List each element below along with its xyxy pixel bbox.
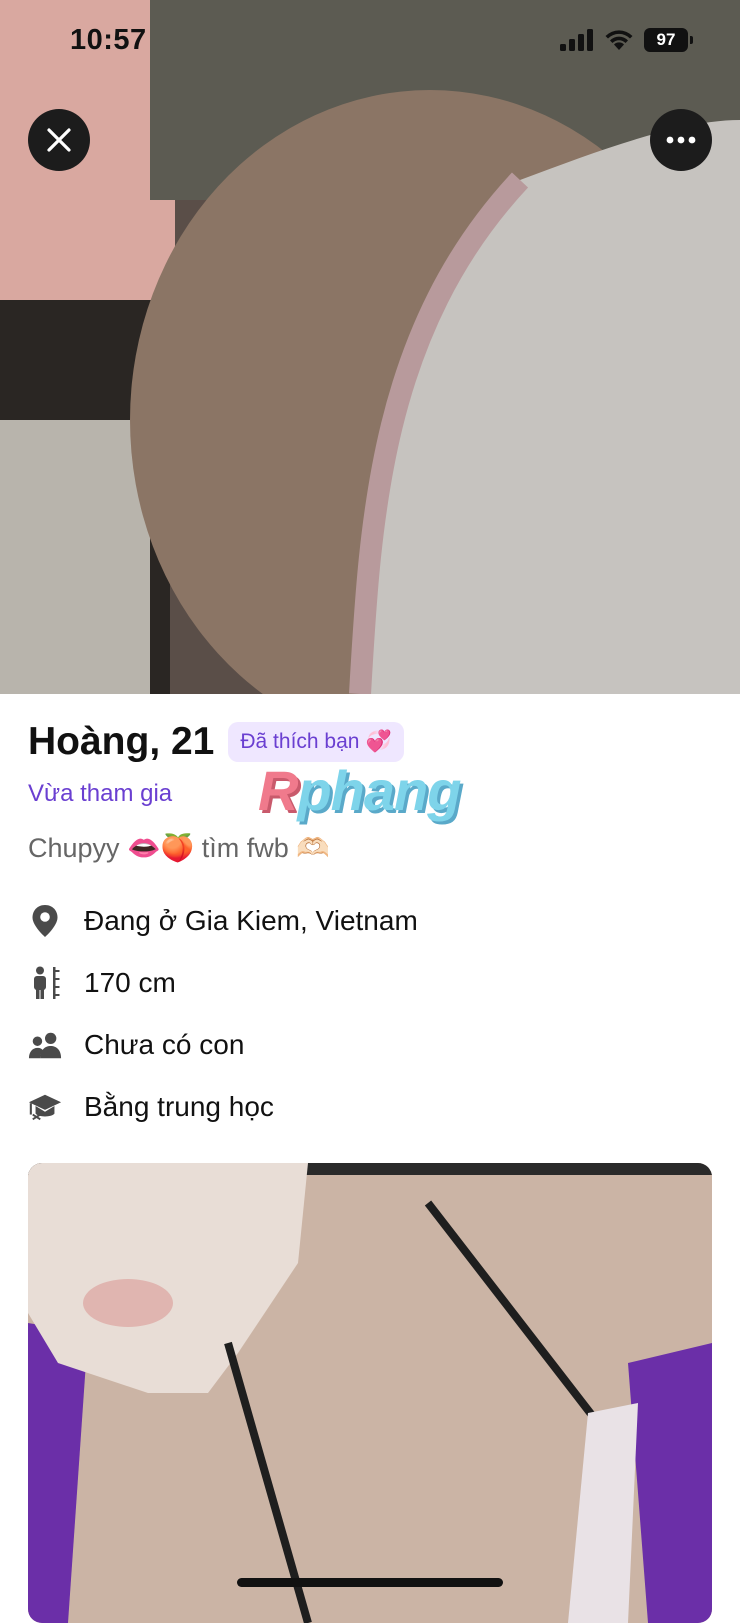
detail-label: Bằng trung học [84, 1091, 274, 1122]
home-indicator [237, 1578, 503, 1587]
detail-label: 170 cm [84, 967, 176, 998]
graduation-cap-icon [28, 1090, 62, 1124]
hearts-emoji: 💞 [365, 730, 392, 753]
people-icon [28, 1028, 62, 1062]
detail-list: Đang ở Gia Kiem, Vietnam 170 cm Chưa có … [28, 890, 418, 1138]
status-bar: 10:57 97 [0, 0, 740, 84]
wifi-icon [605, 30, 633, 50]
liked-badge-label: Đã thích bạn [240, 730, 360, 753]
status-icons: 97 [560, 28, 693, 52]
cellular-signal-icon [560, 29, 593, 51]
profile-photo-1[interactable] [0, 0, 740, 694]
battery-indicator: 97 [644, 28, 693, 52]
watermark-logo: Rphang [258, 759, 461, 822]
detail-label: Đang ở Gia Kiem, Vietnam [84, 905, 418, 936]
detail-label: Chưa có con [84, 1029, 245, 1060]
photo-image [28, 1163, 712, 1623]
status-time: 10:57 [70, 24, 147, 56]
bio-text: Chupyy 👄🍑 tìm fwb 🫶🏻 [28, 833, 330, 863]
photo-image [0, 0, 740, 694]
liked-you-badge: Đã thích bạn 💞 [228, 722, 404, 762]
more-dots-icon [666, 136, 696, 144]
detail-location: Đang ở Gia Kiem, Vietnam [28, 890, 418, 952]
close-button[interactable] [28, 109, 90, 171]
location-pin-icon [28, 904, 62, 938]
battery-level: 97 [656, 30, 676, 49]
profile-photo-2[interactable] [28, 1163, 712, 1623]
detail-education: Bằng trung học [28, 1076, 418, 1138]
detail-height: 170 cm [28, 952, 418, 1014]
more-options-button[interactable] [650, 109, 712, 171]
detail-children: Chưa có con [28, 1014, 418, 1076]
close-icon [47, 128, 71, 152]
height-icon [28, 966, 62, 1000]
name-age: Hoàng, 21 [28, 720, 215, 763]
joined-status: Vừa tham gia [28, 780, 173, 807]
